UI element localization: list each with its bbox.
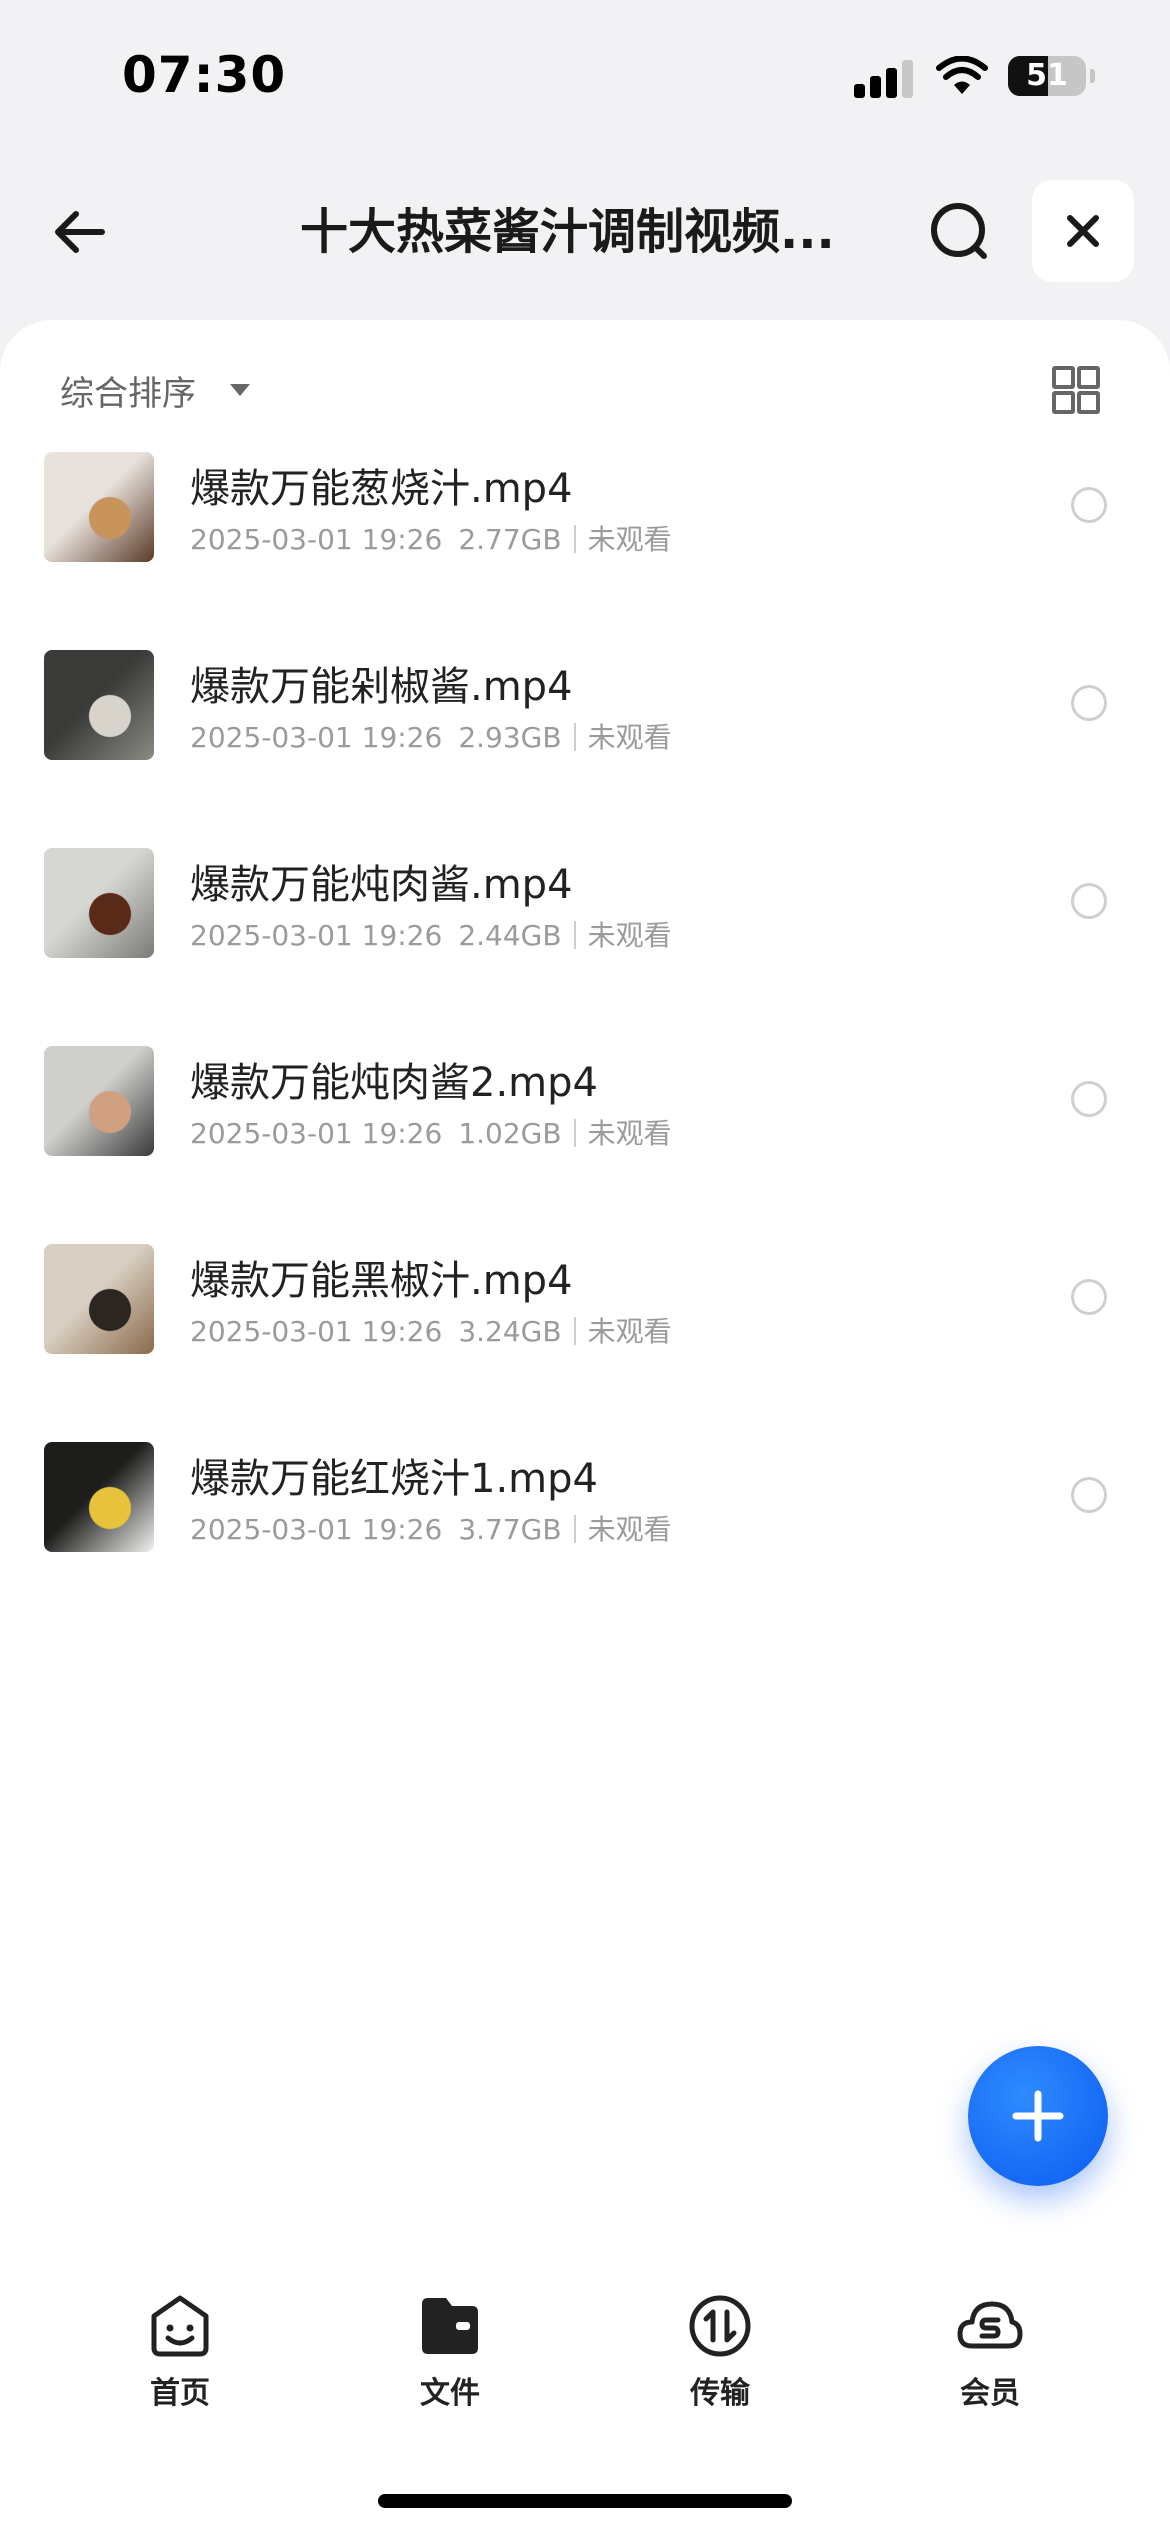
- watch-status: 未观看: [587, 1117, 672, 1150]
- video-thumbnail: [44, 1046, 154, 1156]
- meta-divider: [573, 1317, 576, 1345]
- tab-files[interactable]: 文件: [360, 2292, 540, 2412]
- tab-label: 传输: [690, 2376, 750, 2411]
- status-bar: 07:30 51: [0, 0, 1170, 150]
- meta-divider: [573, 525, 576, 553]
- tab-label: 首页: [150, 2376, 210, 2411]
- file-list-item[interactable]: 爆款万能黑椒汁.mp4 2025-03-01 19:26 3.24GB 未观看: [0, 1244, 1170, 1442]
- video-thumbnail: [44, 1442, 154, 1552]
- home-face-icon: [151, 2295, 209, 2357]
- grid-view-icon[interactable]: [1052, 366, 1100, 414]
- video-thumbnail: [44, 452, 154, 562]
- file-size: 2.77GB: [458, 523, 562, 556]
- file-date: 2025-03-01 19:26: [190, 721, 443, 754]
- add-button[interactable]: [968, 2046, 1108, 2186]
- file-size: 2.44GB: [458, 919, 562, 952]
- sort-dropdown[interactable]: 综合排序: [60, 366, 196, 415]
- header: 十大热菜酱汁调制视频...: [0, 170, 1170, 294]
- back-arrow-icon[interactable]: [40, 192, 120, 272]
- caret-down-icon[interactable]: [230, 384, 250, 396]
- watch-status: 未观看: [587, 1315, 672, 1348]
- file-meta: 2025-03-01 19:26 3.77GB 未观看: [190, 1508, 672, 1548]
- member-cloud-icon: [957, 2301, 1023, 2349]
- battery-icon: 51: [1008, 56, 1086, 96]
- file-list-item[interactable]: 爆款万能葱烧汁.mp4 2025-03-01 19:26 2.77GB 未观看: [0, 452, 1170, 650]
- tab-home[interactable]: 首页: [90, 2292, 270, 2412]
- video-thumbnail: [44, 650, 154, 760]
- close-button[interactable]: [1032, 180, 1134, 282]
- file-size: 1.02GB: [458, 1117, 562, 1150]
- file-date: 2025-03-01 19:26: [190, 1513, 443, 1546]
- battery-cap: [1090, 69, 1095, 83]
- tab-label: 文件: [420, 2376, 480, 2411]
- file-name: 爆款万能葱烧汁.mp4: [190, 466, 573, 512]
- file-meta: 2025-03-01 19:26 2.44GB 未观看: [190, 914, 672, 954]
- select-radio[interactable]: [1071, 1081, 1107, 1117]
- signal-icon: [854, 58, 916, 98]
- file-meta: 2025-03-01 19:26 2.93GB 未观看: [190, 716, 672, 756]
- file-size: 3.24GB: [458, 1315, 562, 1348]
- file-name: 爆款万能红烧汁1.mp4: [190, 1456, 598, 1502]
- battery-level: 51: [1026, 58, 1068, 93]
- select-radio[interactable]: [1071, 1279, 1107, 1315]
- meta-divider: [573, 723, 576, 751]
- file-list-item[interactable]: 爆款万能炖肉酱.mp4 2025-03-01 19:26 2.44GB 未观看: [0, 848, 1170, 1046]
- video-thumbnail: [44, 848, 154, 958]
- page-title: 十大热菜酱汁调制视频...: [300, 204, 835, 260]
- file-name: 爆款万能炖肉酱.mp4: [190, 862, 573, 908]
- file-date: 2025-03-01 19:26: [190, 1315, 443, 1348]
- file-date: 2025-03-01 19:26: [190, 523, 443, 556]
- video-thumbnail: [44, 1244, 154, 1354]
- tab-transfer[interactable]: 传输: [630, 2292, 810, 2412]
- watch-status: 未观看: [587, 523, 672, 556]
- file-size: 3.77GB: [458, 1513, 562, 1546]
- transfer-icon: [689, 2295, 751, 2357]
- file-size: 2.93GB: [458, 721, 562, 754]
- sort-bar: 综合排序: [0, 320, 1170, 448]
- status-time: 07:30: [122, 46, 287, 104]
- file-meta: 2025-03-01 19:26 3.24GB 未观看: [190, 1310, 672, 1350]
- select-radio[interactable]: [1071, 685, 1107, 721]
- file-date: 2025-03-01 19:26: [190, 919, 443, 952]
- meta-divider: [573, 1515, 576, 1543]
- select-radio[interactable]: [1071, 883, 1107, 919]
- home-indicator: [378, 2494, 792, 2508]
- plus-icon: [1012, 2090, 1064, 2142]
- tab-bar: 首页 文件 传输 会员: [0, 2270, 1170, 2532]
- screen: 07:30 51 十大热菜酱汁调制视频... 综合排序 爆款万能葱烧汁.mp4 …: [0, 0, 1170, 2532]
- meta-divider: [573, 1119, 576, 1147]
- meta-divider: [573, 921, 576, 949]
- select-radio[interactable]: [1071, 1477, 1107, 1513]
- tab-label: 会员: [960, 2376, 1020, 2411]
- search-icon[interactable]: [920, 192, 1000, 272]
- watch-status: 未观看: [587, 919, 672, 952]
- select-radio[interactable]: [1071, 487, 1107, 523]
- file-meta: 2025-03-01 19:26 2.77GB 未观看: [190, 518, 672, 558]
- watch-status: 未观看: [587, 721, 672, 754]
- file-date: 2025-03-01 19:26: [190, 1117, 443, 1150]
- file-name: 爆款万能黑椒汁.mp4: [190, 1258, 573, 1304]
- close-icon: [1067, 215, 1099, 247]
- file-name: 爆款万能炖肉酱2.mp4: [190, 1060, 598, 1106]
- file-name: 爆款万能剁椒酱.mp4: [190, 664, 573, 710]
- wifi-icon: [936, 56, 988, 94]
- file-list-item[interactable]: 爆款万能炖肉酱2.mp4 2025-03-01 19:26 1.02GB 未观看: [0, 1046, 1170, 1244]
- file-list-item[interactable]: 爆款万能红烧汁1.mp4 2025-03-01 19:26 3.77GB 未观看: [0, 1442, 1170, 1588]
- folder-icon: [422, 2298, 478, 2354]
- file-list-item[interactable]: 爆款万能剁椒酱.mp4 2025-03-01 19:26 2.93GB 未观看: [0, 650, 1170, 848]
- file-list-card: 综合排序 爆款万能葱烧汁.mp4 2025-03-01 19:26 2.77GB 未观…: [0, 320, 1170, 2270]
- tab-member[interactable]: 会员: [900, 2292, 1080, 2412]
- file-list: 爆款万能葱烧汁.mp4 2025-03-01 19:26 2.77GB 未观看 爆款万能…: [0, 452, 1170, 1588]
- watch-status: 未观看: [587, 1513, 672, 1546]
- file-meta: 2025-03-01 19:26 1.02GB 未观看: [190, 1112, 672, 1152]
